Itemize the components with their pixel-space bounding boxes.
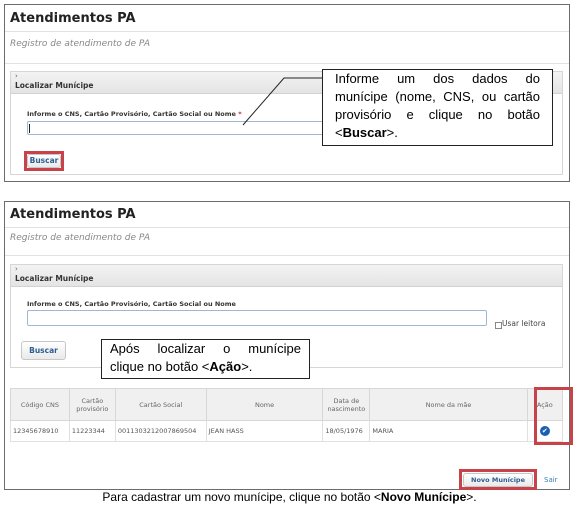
usar-leitora-label: Usar leitora xyxy=(502,319,546,328)
divider xyxy=(5,255,569,256)
callout-line: provisório e clique no botão xyxy=(335,107,540,122)
cell-data-nascimento: 18/05/1976 xyxy=(322,420,371,442)
municipe-results-table: Código CNS Cartão provisório Cartão Soci… xyxy=(10,388,564,442)
callout-line: Informe um dos dados do xyxy=(335,71,540,86)
callout-line: <Buscar>. xyxy=(335,125,398,140)
acao-column-highlight xyxy=(534,387,573,445)
column-header: Cartão Social xyxy=(114,388,207,421)
column-header: Nome xyxy=(205,388,324,421)
callout-line: clique no botão <Ação>. xyxy=(110,359,253,374)
cell-nome: JEAN HASS xyxy=(205,420,324,442)
usar-leitora-checkbox[interactable] xyxy=(495,322,502,329)
novo-municipe-highlight xyxy=(459,469,537,490)
search-input[interactable] xyxy=(27,310,487,326)
search-button[interactable]: Buscar xyxy=(21,341,66,360)
column-header: Cartão provisório xyxy=(68,388,116,421)
instruction-callout-busca: Informe um dos dados do munícipe (nome, … xyxy=(322,69,553,146)
cell-cartao-provisorio: 11223344 xyxy=(68,420,116,442)
table-row[interactable]: 12345678910 11223344 0011303212007869504… xyxy=(10,420,564,442)
callout-line: Após localizar o munícipe xyxy=(110,341,301,356)
instruction-callout-acao: Após localizar o munícipe clique no botã… xyxy=(101,339,310,379)
column-header: Data de nascimento xyxy=(322,388,371,421)
column-header: Nome da mãe xyxy=(369,388,528,421)
figure-caption: Para cadastrar um novo munícipe, clique … xyxy=(102,490,477,504)
sair-link[interactable]: Sair xyxy=(544,476,558,484)
page-title: Atendimentos PA xyxy=(10,207,136,222)
section-header[interactable]: › Localizar Munícipe xyxy=(11,265,562,287)
column-header: Código CNS xyxy=(10,388,70,421)
section-title: Localizar Munícipe xyxy=(15,274,94,283)
chevron-right-icon: › xyxy=(15,265,18,273)
cell-nome-mae: MARIA xyxy=(369,420,528,442)
divider xyxy=(5,227,569,228)
table-header-row: Código CNS Cartão provisório Cartão Soci… xyxy=(10,388,564,421)
cell-cns: 12345678910 xyxy=(10,420,70,442)
cell-cartao-social: 0011303212007869504 xyxy=(114,420,207,442)
page-subtitle: Registro de atendimento de PA xyxy=(10,233,151,243)
search-field-label: Informe o CNS, Cartão Provisório, Cartão… xyxy=(27,300,236,308)
callout-line: munícipe (nome, CNS, ou cartão xyxy=(335,89,540,104)
